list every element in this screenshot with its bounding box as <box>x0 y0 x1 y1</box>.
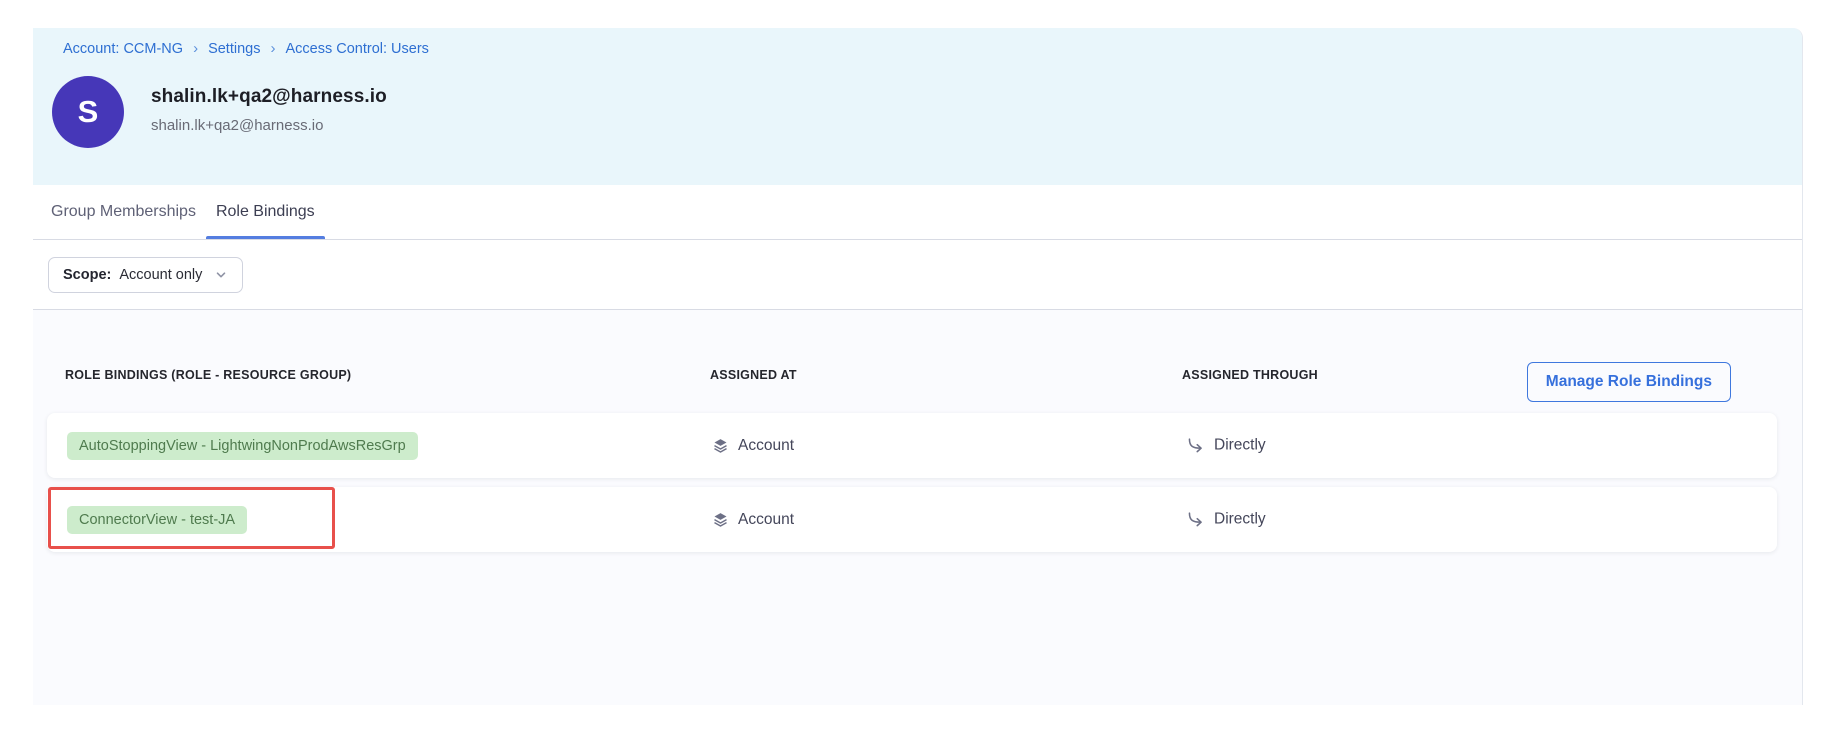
table-header-row: ROLE BINDINGS (ROLE - RESOURCE GROUP) AS… <box>65 368 1682 382</box>
assigned-through-value: Directly <box>1214 437 1266 455</box>
active-tab-underline <box>206 236 325 239</box>
directly-arrow-icon <box>1186 510 1205 529</box>
assigned-through-cell: Directly <box>1186 436 1266 455</box>
breadcrumb: Account: CCM-NG › Settings › Access Cont… <box>63 40 429 57</box>
column-header-assigned-at: ASSIGNED AT <box>710 368 1182 382</box>
tab-bar: Group Memberships Role Bindings <box>33 185 1802 240</box>
breadcrumb-separator-icon: › <box>270 40 275 57</box>
breadcrumb-link-account[interactable]: Account: CCM-NG <box>63 41 183 57</box>
profile-email: shalin.lk+qa2@harness.io <box>151 117 387 134</box>
tab-role-bindings[interactable]: Role Bindings <box>206 185 325 239</box>
scope-dropdown-label: Scope: <box>63 267 111 283</box>
table-row: AutoStoppingView - LightwingNonProdAwsRe… <box>47 413 1777 478</box>
assigned-at-cell: Account <box>712 511 794 529</box>
layers-icon <box>712 437 729 454</box>
user-detail-page: Account: CCM-NG › Settings › Access Cont… <box>33 28 1803 705</box>
manage-role-bindings-button[interactable]: Manage Role Bindings <box>1527 362 1731 402</box>
assigned-at-value: Account <box>738 437 794 455</box>
scope-dropdown[interactable]: Scope: Account only <box>48 257 243 293</box>
filter-bar: Scope: Account only <box>33 240 1802 310</box>
tab-group-memberships[interactable]: Group Memberships <box>41 185 206 239</box>
breadcrumb-link-access-control-users[interactable]: Access Control: Users <box>285 41 428 57</box>
assigned-at-value: Account <box>738 511 794 529</box>
tab-label: Group Memberships <box>51 203 196 221</box>
scope-dropdown-value: Account only <box>119 267 202 283</box>
role-binding-cell: ConnectorView - test-JA <box>67 506 247 534</box>
profile-info: shalin.lk+qa2@harness.io shalin.lk+qa2@h… <box>151 86 387 134</box>
assigned-through-value: Directly <box>1214 511 1266 529</box>
breadcrumb-link-settings[interactable]: Settings <box>208 41 260 57</box>
page-header: Account: CCM-NG › Settings › Access Cont… <box>33 28 1802 185</box>
role-binding-badge: AutoStoppingView - LightwingNonProdAwsRe… <box>67 432 418 460</box>
role-binding-cell: AutoStoppingView - LightwingNonProdAwsRe… <box>67 432 418 460</box>
column-header-role-bindings: ROLE BINDINGS (ROLE - RESOURCE GROUP) <box>65 368 710 382</box>
breadcrumb-separator-icon: › <box>193 40 198 57</box>
chevron-down-icon <box>214 268 228 282</box>
layers-icon <box>712 511 729 528</box>
avatar: S <box>52 76 124 148</box>
page-title: shalin.lk+qa2@harness.io <box>151 86 387 108</box>
tab-label: Role Bindings <box>216 203 315 221</box>
role-bindings-list: AutoStoppingView - LightwingNonProdAwsRe… <box>47 413 1777 561</box>
directly-arrow-icon <box>1186 436 1205 455</box>
assigned-at-cell: Account <box>712 437 794 455</box>
table-row: ConnectorView - test-JA Account Directly <box>47 487 1777 552</box>
role-binding-badge: ConnectorView - test-JA <box>67 506 247 534</box>
assigned-through-cell: Directly <box>1186 510 1266 529</box>
role-bindings-panel: ROLE BINDINGS (ROLE - RESOURCE GROUP) AS… <box>33 310 1802 705</box>
